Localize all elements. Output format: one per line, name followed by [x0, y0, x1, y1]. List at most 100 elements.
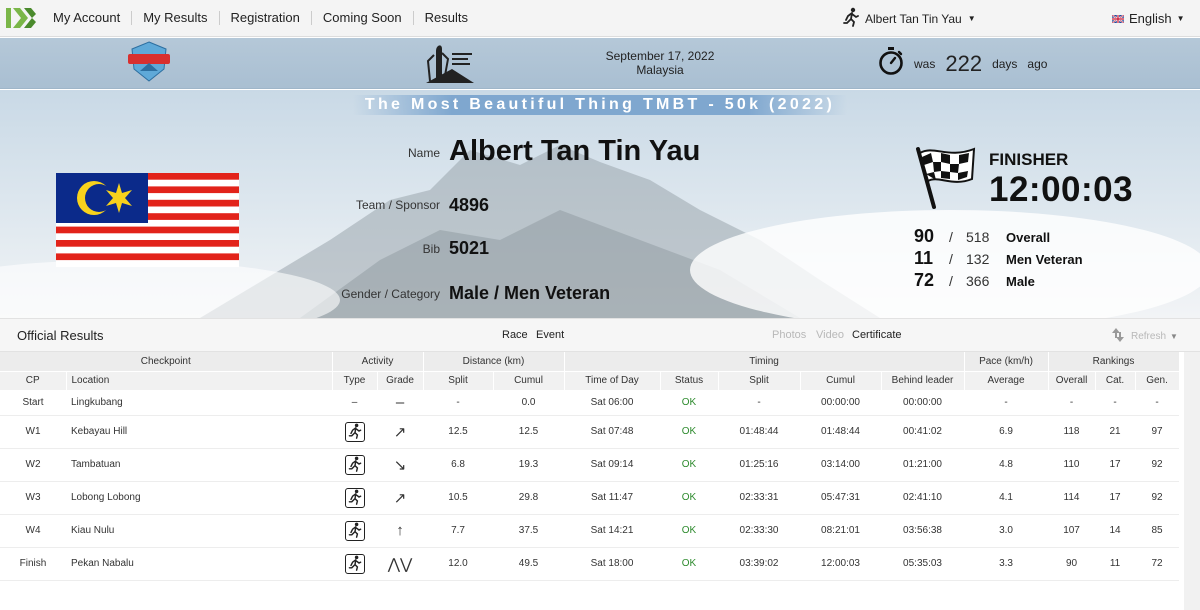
event-header: September 17, 2022 Malaysia was 222 days…	[0, 38, 1200, 89]
column-header[interactable]: Cat.	[1095, 371, 1136, 390]
distance-split: 10.5	[423, 481, 494, 515]
distance-split: 12.0	[423, 547, 494, 581]
column-header[interactable]: Grade	[377, 371, 424, 390]
column-header[interactable]: CP	[0, 371, 67, 390]
column-header[interactable]: Status	[660, 371, 719, 390]
column-header[interactable]: Split	[718, 371, 801, 390]
distance-cumul: 19.3	[493, 448, 565, 482]
behind-leader: 00:00:00	[881, 390, 965, 416]
activity-type	[332, 514, 377, 548]
runner-icon	[344, 487, 365, 508]
column-header[interactable]: Type	[332, 371, 378, 390]
user-menu[interactable]: Albert Tan Tin Yau ▼	[843, 0, 976, 37]
nav-my-results[interactable]: My Results	[132, 11, 220, 25]
column-header[interactable]: Average	[964, 371, 1049, 390]
column-header[interactable]: Behind leader	[881, 371, 965, 390]
table-row: W3 Lobong Lobong ↗ 10.5 29.8 Sat 11:47 OK 02:33…	[0, 481, 1180, 515]
gender-label: Gender / Category	[341, 287, 440, 301]
time-of-day: Sat 14:21	[564, 514, 661, 548]
rank-position: 11	[914, 248, 934, 268]
column-header[interactable]: Cumul	[493, 371, 565, 390]
rank-cat: 14	[1095, 514, 1136, 548]
event-title-banner: The Most Beautiful Thing TMBT - 50k (202…	[0, 95, 1200, 115]
rank-total: 366	[966, 273, 990, 289]
distance-cumul: 37.5	[493, 514, 565, 548]
caret-down-icon: ▼	[1176, 14, 1185, 23]
race-country: Malaysia	[636, 63, 684, 77]
borneo-ultra-trails-logo	[422, 41, 476, 90]
refresh-button[interactable]: Refresh ▼	[1109, 326, 1178, 347]
checkpoint-location: Tambatuan	[66, 448, 332, 482]
rank-position: 72	[914, 270, 935, 290]
checkpoint-id: W4	[0, 514, 66, 548]
checkpoint-id: Finish	[0, 547, 66, 581]
distance-split: -	[423, 390, 494, 416]
timing-split: 02:33:30	[718, 514, 801, 548]
tab-video[interactable]: Video	[816, 329, 844, 341]
time-of-day: Sat 07:48	[564, 415, 661, 449]
rank-separator: /	[949, 273, 953, 289]
runner-icon	[344, 421, 365, 442]
status-badge: OK	[660, 514, 719, 548]
tab-race[interactable]: Race	[502, 329, 528, 341]
timing-cumul: 12:00:03	[800, 547, 882, 581]
time-of-day: Sat 09:14	[564, 448, 661, 482]
column-header[interactable]: Location	[66, 371, 333, 390]
main-menu: My Account My Results Registration Comin…	[42, 11, 479, 25]
team-value: 4896	[449, 195, 490, 215]
tab-event[interactable]: Event	[536, 329, 564, 341]
vertical-scrollbar[interactable]	[1184, 352, 1200, 610]
column-header[interactable]: Split	[423, 371, 494, 390]
column-header[interactable]: Time of Day	[564, 371, 661, 390]
distance-cumul: 12.5	[493, 415, 565, 449]
table-row: Finish Pekan Nabalu ⋀⋁ 12.0 49.5 Sat 18:00 OK 0…	[0, 547, 1180, 581]
runner-icon	[344, 553, 365, 574]
rank-overall: 114	[1048, 481, 1096, 515]
tab-photos[interactable]: Photos	[772, 329, 806, 341]
rank-separator: /	[949, 229, 953, 245]
site-logo[interactable]	[0, 0, 42, 37]
rank-position: 90	[914, 226, 935, 246]
caret-down-icon: ▼	[1170, 332, 1178, 341]
group-header: Rankings	[1048, 352, 1180, 372]
column-header[interactable]: Cumul	[800, 371, 882, 390]
checkpoint-location: Kebayau Hill	[66, 415, 332, 449]
pace-average: -	[964, 390, 1049, 416]
rank-category: Men Veteran	[1006, 252, 1083, 267]
nav-my-account[interactable]: My Account	[42, 11, 133, 25]
checkered-flag-icon	[916, 147, 976, 209]
activity-type	[332, 415, 377, 449]
grade-arrow-icon: ↑	[377, 514, 424, 548]
timing-split: -	[718, 390, 801, 416]
distance-cumul: 0.0	[493, 390, 565, 416]
distance-split: 6.8	[423, 448, 494, 482]
pace-average: 3.3	[964, 547, 1049, 581]
status-badge: OK	[660, 415, 719, 449]
activity-type: –	[332, 390, 377, 416]
checkpoint-location: Lobong Lobong	[66, 481, 332, 515]
nav-registration[interactable]: Registration	[220, 11, 312, 25]
rank-overall: 107	[1048, 514, 1096, 548]
event-title: The Most Beautiful Thing TMBT - 50k (202…	[352, 95, 848, 115]
pace-average: 6.9	[964, 415, 1049, 449]
language-selector[interactable]: English ▼	[1111, 0, 1185, 37]
caret-down-icon: ▼	[967, 14, 976, 23]
nav-coming-soon[interactable]: Coming Soon	[312, 11, 414, 25]
rank-gen: 92	[1135, 448, 1180, 482]
checkpoint-id: W1	[0, 415, 66, 449]
race-date: September 17, 2022	[605, 49, 715, 63]
race-date-location: September 17, 2022 Malaysia	[590, 49, 730, 77]
behind-leader: 05:35:03	[881, 547, 965, 581]
split-times-table: Checkpoint Activity Distance (km) Timing…	[0, 352, 1200, 581]
results-toolbar: Official Results Race Event Photos Video…	[0, 318, 1200, 352]
nav-results[interactable]: Results	[414, 11, 479, 25]
timing-split: 01:48:44	[718, 415, 801, 449]
runner-icon	[344, 520, 365, 541]
rank-cat: 17	[1095, 481, 1136, 515]
column-header[interactable]: Overall	[1048, 371, 1096, 390]
rank-total: 518	[966, 229, 990, 245]
tab-certificate[interactable]: Certificate	[852, 329, 902, 341]
column-header[interactable]: Gen.	[1135, 371, 1180, 390]
bib-value: 5021	[449, 238, 490, 258]
rank-total: 132	[966, 251, 990, 267]
